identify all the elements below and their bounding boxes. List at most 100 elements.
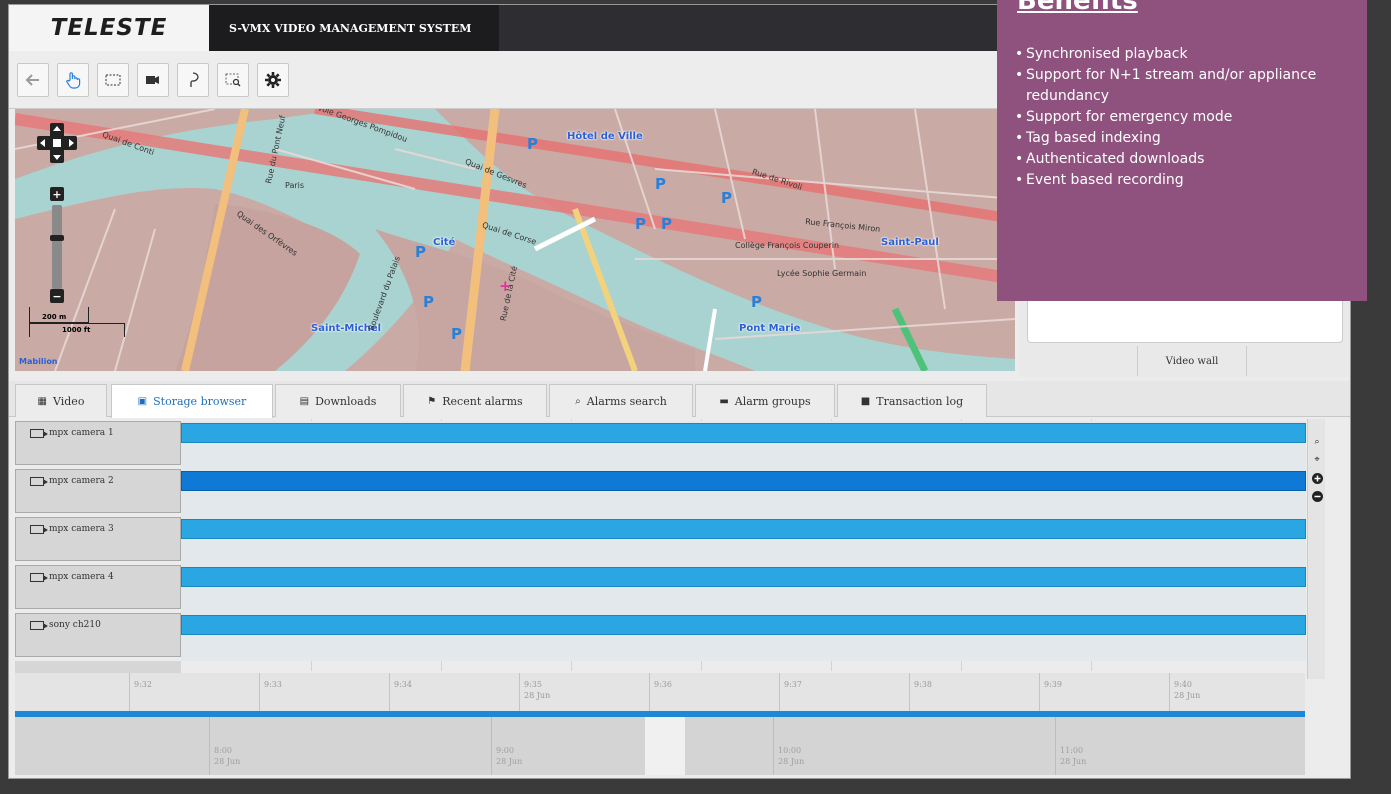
- map-attribution: Mabilion: [19, 357, 58, 366]
- camera-icon: [30, 621, 48, 630]
- select-rectangle-button[interactable]: [97, 63, 129, 97]
- benefit-item: Authenticated downloads: [1015, 149, 1367, 170]
- time-tick: 9:35 28 Jun: [519, 673, 550, 713]
- camera-track[interactable]: [181, 517, 1306, 565]
- settings-button[interactable]: [257, 63, 289, 97]
- tab-alarms-search[interactable]: ⌕ Alarms search: [549, 384, 693, 417]
- camera-tool-button[interactable]: [137, 63, 169, 97]
- camera-row-label[interactable]: mpx camera 1: [15, 421, 181, 465]
- camera-icon: [30, 525, 48, 534]
- back-button[interactable]: [17, 63, 49, 97]
- pan-tool-button[interactable]: [57, 63, 89, 97]
- recording-bar-selected[interactable]: [181, 471, 1306, 491]
- time-tick: 9:38: [909, 673, 932, 713]
- recording-bar[interactable]: [181, 615, 1306, 635]
- parking-icon: P: [423, 293, 434, 311]
- parking-icon: P: [415, 243, 426, 261]
- tab-label: Downloads: [315, 394, 377, 408]
- camera-track[interactable]: [181, 469, 1306, 517]
- timeline-zoom-in-button[interactable]: [1310, 471, 1324, 485]
- timeline-pin-button[interactable]: ⌖: [1310, 453, 1324, 467]
- parking-icon: P: [661, 215, 672, 233]
- camera-name: mpx camera 1: [49, 428, 114, 438]
- overview-timeline[interactable]: 8:00 28 Jun 9:00 28 Jun 10:00 28 Jun 11:00 2…: [15, 717, 1305, 775]
- camera-name: mpx camera 3: [49, 524, 114, 534]
- map-place-hotel-de-ville: Hôtel de Ville: [567, 131, 643, 142]
- zoom-in-button[interactable]: +: [50, 187, 64, 201]
- camera-name: mpx camera 4: [49, 572, 114, 582]
- camera-track[interactable]: [181, 421, 1306, 469]
- camera-icon: [146, 76, 159, 84]
- zoom-out-button[interactable]: −: [50, 289, 64, 303]
- camera-name: sony ch210: [49, 620, 101, 630]
- map-place-saint-paul: Saint-Paul: [881, 237, 939, 248]
- zoom-slider[interactable]: [52, 205, 62, 289]
- search-icon: ⌕: [575, 395, 581, 407]
- overview-tick: 10:00 28 Jun: [773, 717, 804, 775]
- timeline-side-controls: ⌕ ⌖: [1307, 419, 1325, 679]
- tab-downloads[interactable]: ▤ Downloads: [275, 384, 401, 417]
- recording-bar[interactable]: [181, 567, 1306, 587]
- tab-transaction-log[interactable]: ■ Transaction log: [837, 384, 987, 417]
- zoom-slider-handle[interactable]: [50, 235, 64, 241]
- camera-track[interactable]: [181, 565, 1306, 613]
- pin-icon: ⌖: [1314, 455, 1320, 465]
- tab-video[interactable]: ▦ Video: [15, 384, 107, 417]
- time-tick: 9:32: [129, 673, 152, 713]
- storage-icon: ▣: [137, 396, 148, 407]
- tab-recent-alarms[interactable]: ⚑ Recent alarms: [403, 384, 547, 417]
- hand-pointer-icon: [66, 72, 81, 89]
- recording-bar[interactable]: [181, 423, 1306, 443]
- overview-tick: 8:00 28 Jun: [209, 717, 240, 775]
- timeline-zoom-out-button[interactable]: [1310, 489, 1324, 503]
- camera-icon: [30, 429, 48, 438]
- time-axis[interactable]: 9:32 9:33 9:34 9:35 28 Jun 9:36 9:37 9:38…: [15, 673, 1305, 713]
- scale-bar-metric: 200 m: [29, 307, 89, 323]
- parking-icon: P: [635, 215, 646, 233]
- lasso-icon: [190, 72, 199, 87]
- parking-icon: P: [655, 175, 666, 193]
- tab-alarm-groups[interactable]: ▬ Alarm groups: [695, 384, 835, 417]
- pan-control[interactable]: [35, 121, 79, 165]
- tab-label: Recent alarms: [442, 394, 523, 408]
- zoom-in-icon: [1311, 472, 1323, 484]
- overview-tick: 9:00 28 Jun: [491, 717, 522, 775]
- time-tick: 9:40 28 Jun: [1169, 673, 1200, 713]
- camera-row-label[interactable]: mpx camera 4: [15, 565, 181, 609]
- map-street-label: Collège François Couperin: [735, 241, 840, 250]
- map-street-label: Lycée Sophie Germain: [777, 269, 867, 278]
- camera-row-label[interactable]: sony ch210: [15, 613, 181, 657]
- tab-label: Storage browser: [153, 395, 247, 408]
- map-place-cite: Cité: [433, 237, 456, 248]
- parking-icon: P: [721, 189, 732, 207]
- recording-bar[interactable]: [181, 519, 1306, 539]
- camera-icon: [30, 573, 48, 582]
- logo-text: TELESTE: [50, 15, 168, 41]
- time-tick: 9:34: [389, 673, 412, 713]
- log-icon: ■: [860, 395, 871, 407]
- scale-bar-imperial: 1000 ft: [29, 323, 125, 337]
- tab-storage-browser[interactable]: ▣ Storage browser: [111, 384, 273, 418]
- select-rectangle-icon: [105, 74, 121, 86]
- video-wall-tab[interactable]: Video wall: [1137, 346, 1247, 376]
- camera-row-label[interactable]: mpx camera 3: [15, 517, 181, 561]
- parking-icon: P: [751, 293, 762, 311]
- camera-icon: [30, 477, 48, 486]
- lasso-tool-button[interactable]: [177, 63, 209, 97]
- map-crosshair-icon: +: [499, 277, 512, 295]
- zoom-box-button[interactable]: [217, 63, 249, 97]
- time-tick: 9:36: [649, 673, 672, 713]
- back-arrow-icon: [25, 74, 39, 86]
- camera-track[interactable]: [181, 613, 1306, 661]
- parking-icon: P: [451, 325, 462, 343]
- zoom-out-icon: [1311, 490, 1323, 502]
- flag-icon: ⚑: [427, 395, 437, 407]
- camera-row-label[interactable]: mpx camera 2: [15, 469, 181, 513]
- camera-name: mpx camera 2: [49, 476, 114, 486]
- benefit-item: Event based recording: [1015, 170, 1367, 191]
- system-title-text: S-VMX VIDEO MANAGEMENT SYSTEM: [229, 21, 472, 35]
- overview-window-handle[interactable]: [645, 717, 685, 775]
- map-street-label: Paris: [285, 181, 305, 190]
- timeline-search-button[interactable]: ⌕: [1310, 435, 1324, 449]
- city-map[interactable]: Hôtel de Ville Cité Saint-Michel Pont Ma…: [15, 109, 1015, 371]
